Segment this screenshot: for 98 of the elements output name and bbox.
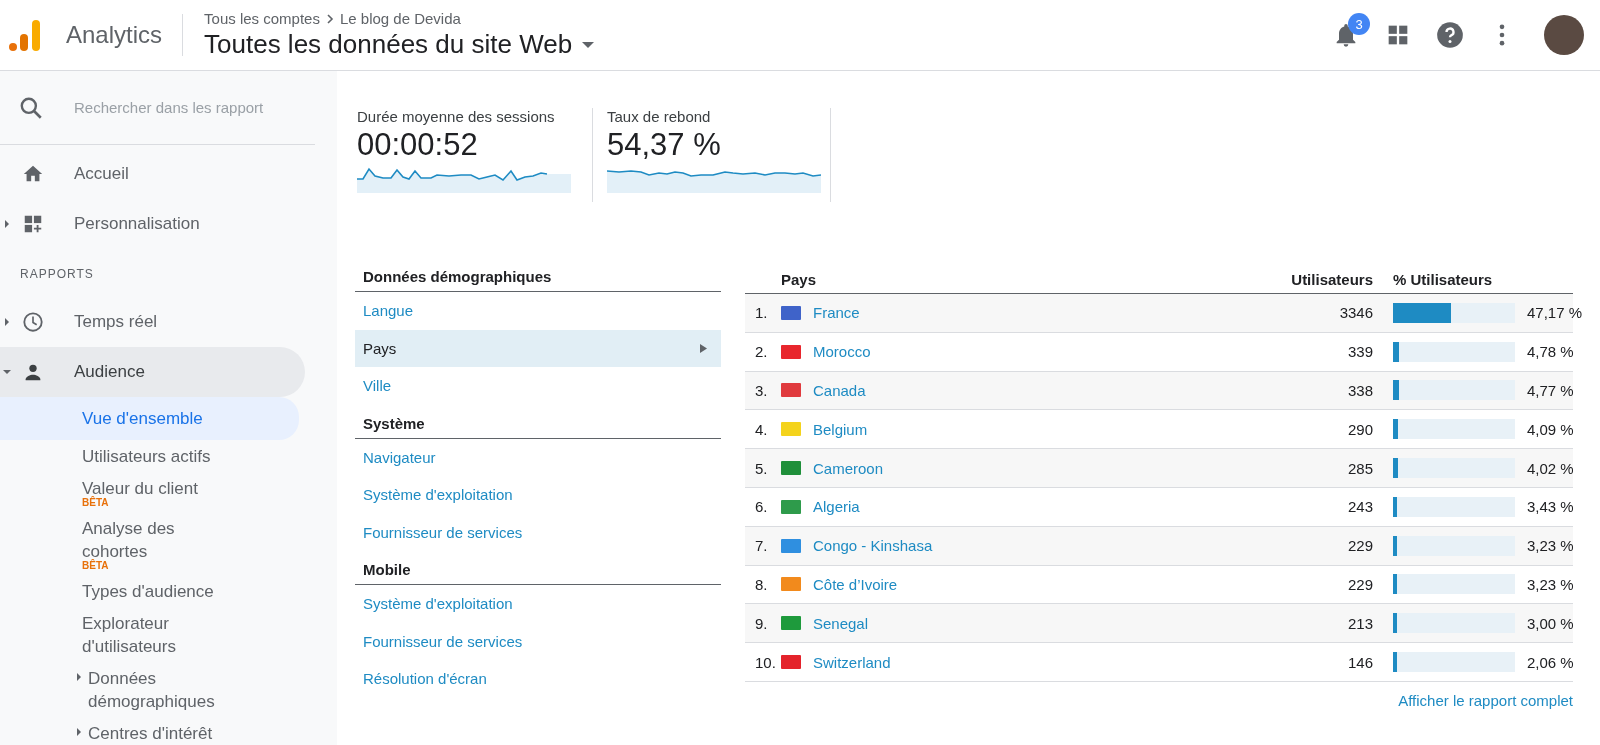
nav-subitem[interactable]: Explorateur d'utilisateurs <box>0 607 299 662</box>
table-cell: 4,77 % <box>1527 382 1574 399</box>
group-heading: Système <box>355 408 721 439</box>
product-name: Analytics <box>66 14 184 56</box>
country-link[interactable]: Congo - Kinshasa <box>813 537 1193 555</box>
table-cell: 4,02 % <box>1527 459 1574 477</box>
metric-label: Taux de rebond <box>607 108 712 125</box>
rank-number: 10. <box>754 653 777 671</box>
avatar[interactable] <box>1544 15 1584 55</box>
country-link[interactable]: Belgium <box>813 420 1193 438</box>
table-cell: 4,09 % <box>1527 420 1574 438</box>
nav-subitem[interactable]: Types d'audience <box>0 575 299 607</box>
nav-item[interactable]: Temps réel <box>0 297 305 347</box>
column-header: Pays <box>780 271 818 288</box>
column-header: % Utilisateurs <box>1392 271 1494 288</box>
dimension-link[interactable]: Langue <box>355 292 721 330</box>
rank-number: 1. <box>754 304 769 322</box>
caret-right-icon[interactable] <box>75 728 83 736</box>
nav-subitem[interactable]: Utilisateurs actifs <box>0 440 299 472</box>
section-label: RAPPORTS <box>19 266 95 283</box>
dimension-link[interactable]: Système d'exploitation <box>355 476 721 514</box>
caret-right-icon[interactable] <box>75 673 83 681</box>
country-link[interactable]: Morocco <box>813 343 1193 361</box>
table-cell-text: 229 <box>1346 575 1373 593</box>
nav-subitem[interactable]: Vue d'ensemble <box>0 397 299 440</box>
rank-number: 8. <box>754 575 769 593</box>
table-cell: 3,23 % <box>1527 575 1574 593</box>
dimension-link[interactable]: Pays <box>355 329 721 367</box>
notification-badge: 3 <box>1348 13 1370 35</box>
rank-number: 3. <box>754 382 769 399</box>
table-cell: 47,17 % <box>1527 304 1583 322</box>
table-cell-text: 285 <box>1346 459 1373 477</box>
beta-tag: BÊTA <box>82 498 232 508</box>
group-heading: Mobile <box>355 555 721 585</box>
table-cell-text: 146 <box>1346 653 1373 671</box>
nav-item[interactable]: Accueil <box>0 149 305 199</box>
country-link[interactable]: Canada <box>813 382 1193 399</box>
country-link[interactable]: Cameroon <box>813 459 1193 477</box>
table-cell: 2,06 % <box>1527 653 1574 671</box>
dimension-link[interactable]: Résolution d'écran <box>355 660 721 698</box>
clock-icon <box>22 311 44 333</box>
beta-tag: BÊTA <box>82 561 232 571</box>
caret-down-icon[interactable] <box>3 368 11 376</box>
table-cell: 3,43 % <box>1527 498 1574 516</box>
caret-right-icon[interactable] <box>3 220 11 228</box>
metric-label: Durée moyenne des sessions <box>357 108 556 125</box>
group-heading: Données démographiques <box>355 262 721 292</box>
caret-right-icon <box>700 343 707 353</box>
rank-number: 7. <box>754 537 769 555</box>
help-icon[interactable] <box>1436 21 1464 49</box>
table-cell: 3,00 % <box>1527 614 1574 632</box>
rank-number: 4. <box>754 420 769 438</box>
country-link[interactable]: Switzerland <box>813 653 1193 671</box>
caret-right-icon[interactable] <box>3 318 11 326</box>
table-cell: 3,23 % <box>1527 537 1574 555</box>
nav-subitem[interactable]: Centres d'intérêt <box>0 717 299 745</box>
country-link[interactable]: France <box>813 304 1193 322</box>
nav-label: Vue d'ensemble <box>82 408 204 430</box>
dimension-link[interactable]: Système d'exploitation <box>355 585 721 623</box>
table-cell: 4,78 % <box>1527 343 1574 361</box>
rank-number: 5. <box>754 459 769 477</box>
nav-label: Utilisateurs actifs <box>82 446 212 468</box>
table-cell-text: 213 <box>1346 614 1373 632</box>
rank-number: 2. <box>754 343 769 361</box>
metric-value: 54,37 % <box>607 127 722 163</box>
full-report-link[interactable]: Afficher le rapport complet <box>1398 691 1573 709</box>
table-cell-text: 3346 <box>1338 304 1373 322</box>
dimension-link[interactable]: Ville <box>355 367 721 405</box>
nav-label: Explorateur d'utilisateurs <box>82 613 177 658</box>
nav-subitem[interactable]: Analyse des cohortes BÊTA <box>0 512 299 575</box>
nav-item[interactable]: Audience <box>0 347 305 397</box>
table-cell-text: 229 <box>1346 537 1373 555</box>
metric-value: 00:00:52 <box>357 127 479 163</box>
country-link[interactable]: Senegal <box>813 614 1193 632</box>
nav-subitem[interactable]: Valeur du client BÊTA <box>0 472 299 512</box>
breadcrumb-link[interactable]: Le blog de Devida <box>339 10 461 27</box>
nav-label: Centres d'intérêt <box>88 723 214 745</box>
country-link[interactable]: Algeria <box>813 498 1193 516</box>
dashboard-icon <box>22 213 44 235</box>
caret-icon <box>582 40 595 49</box>
nav-label: Données démographiques <box>88 668 216 713</box>
dimension-link[interactable]: Fournisseur de services <box>355 622 721 660</box>
table-cell-text: 339 <box>1346 343 1373 361</box>
column-header: Utilisateurs <box>1290 271 1373 288</box>
dimension-link[interactable]: Navigateur <box>355 438 721 476</box>
breadcrumb-link[interactable]: Tous les comptes <box>204 10 320 27</box>
nav-subitem[interactable]: Données démographiques <box>0 662 299 717</box>
search-field[interactable]: Rechercher dans les rapport <box>72 98 302 117</box>
view-selector[interactable]: Toutes les données du site Web <box>204 29 595 60</box>
nav-label: Types d'audience <box>82 581 215 603</box>
rank-number: 9. <box>754 614 769 632</box>
dimension-link[interactable]: Fournisseur de services <box>355 513 721 551</box>
country-link[interactable]: Côte d’Ivoire <box>813 575 1193 593</box>
table-cell-text: 243 <box>1346 498 1373 516</box>
table-cell-text: 290 <box>1346 420 1373 438</box>
nav-item[interactable]: Personnalisation <box>0 199 305 249</box>
table-cell-text: 338 <box>1346 382 1373 399</box>
rank-number: 6. <box>754 498 769 516</box>
